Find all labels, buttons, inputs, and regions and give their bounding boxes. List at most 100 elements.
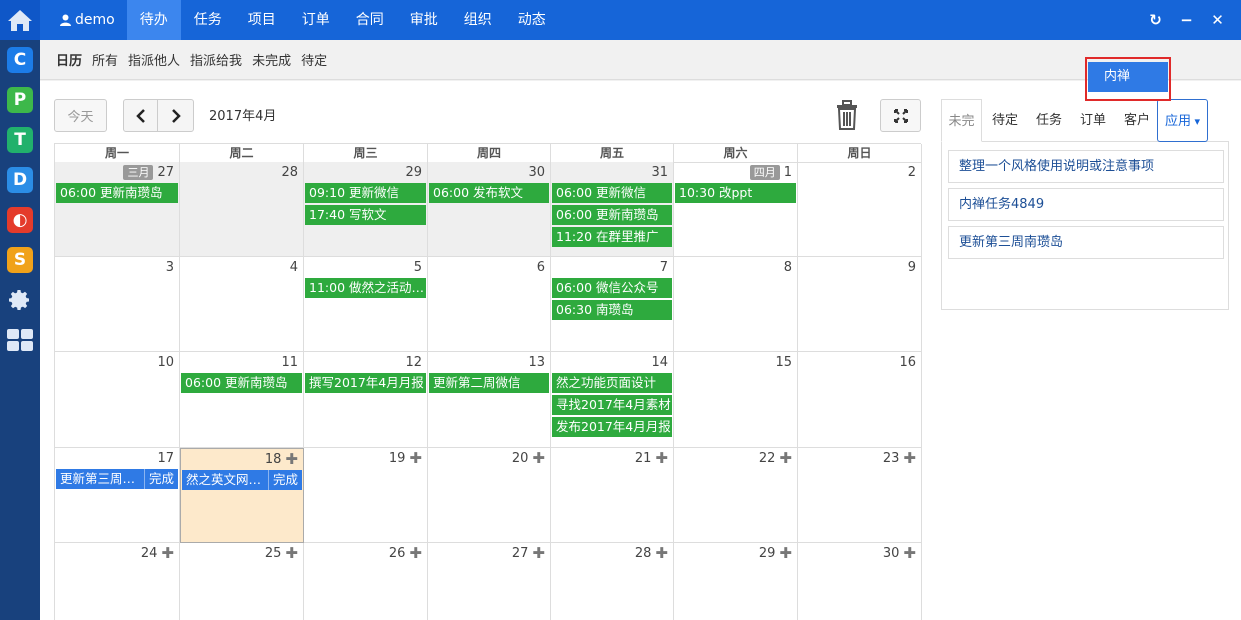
add-event-icon[interactable]: ✚: [409, 543, 422, 564]
tab-4[interactable]: 客户: [1118, 99, 1156, 142]
calendar-event[interactable]: 06:00 微信公众号: [552, 278, 672, 298]
calendar-event[interactable]: 撰写2017年4月月报: [305, 373, 426, 393]
nav-item-7[interactable]: 动态: [505, 0, 559, 40]
calendar-event[interactable]: 更新第二周微信: [429, 373, 549, 393]
calendar-event[interactable]: 06:00 更新南瓒岛: [552, 205, 672, 225]
user-menu[interactable]: demo: [40, 0, 127, 40]
day-cell[interactable]: 20 ✚: [428, 448, 551, 543]
subnav-item-0[interactable]: 日历: [56, 50, 82, 69]
day-cell[interactable]: 25 ✚: [180, 543, 304, 620]
day-cell[interactable]: 12 撰写2017年4月月报: [304, 352, 428, 448]
day-cell[interactable]: 24 ✚: [55, 543, 180, 620]
calendar-event[interactable]: 06:00 更新微信: [552, 183, 672, 203]
add-event-icon[interactable]: ✚: [532, 448, 545, 469]
nav-item-2[interactable]: 项目: [235, 0, 289, 40]
day-cell[interactable]: 4: [180, 257, 304, 352]
subnav-item-1[interactable]: 所有: [92, 50, 118, 69]
day-cell[interactable]: 27 ✚: [428, 543, 551, 620]
tab-2[interactable]: 任务: [1030, 99, 1068, 142]
day-cell[interactable]: 22 ✚: [674, 448, 798, 543]
all-apps-button[interactable]: [0, 320, 40, 360]
settings-button[interactable]: [0, 280, 40, 320]
today-button[interactable]: 今天: [54, 99, 107, 132]
add-event-icon[interactable]: ✚: [532, 543, 545, 564]
subnav-item-5[interactable]: 待定: [301, 50, 327, 69]
minimize-icon[interactable]: −: [1171, 11, 1202, 29]
nav-item-1[interactable]: 任务: [181, 0, 235, 40]
add-event-icon[interactable]: ✚: [285, 449, 298, 470]
day-cell[interactable]: 21 ✚: [551, 448, 674, 543]
prev-month-button[interactable]: [123, 99, 158, 132]
calendar-event[interactable]: 06:00 更新南瓒岛: [56, 183, 178, 203]
day-cell[interactable]: 13 更新第二周微信: [428, 352, 551, 448]
day-cell[interactable]: 31 06:00 更新微信 06:00 更新南瓒岛 11:20 在群里推广: [551, 162, 674, 257]
home-button[interactable]: [0, 0, 40, 40]
next-month-button[interactable]: [157, 99, 194, 132]
add-event-icon[interactable]: ✚: [903, 543, 916, 564]
dock-app-button[interactable]: D: [0, 160, 40, 200]
day-cell[interactable]: 30 06:00 发布软文: [428, 162, 551, 257]
task-status[interactable]: 完成: [143, 469, 178, 489]
tab-5[interactable]: 应用 ▾: [1157, 99, 1208, 142]
day-cell[interactable]: 11 06:00 更新南瓒岛: [180, 352, 304, 448]
day-cell[interactable]: 8: [674, 257, 798, 352]
day-cell[interactable]: 19 ✚: [304, 448, 428, 543]
dock-app-button[interactable]: P: [0, 80, 40, 120]
calendar-event[interactable]: 然之功能页面设计: [552, 373, 672, 393]
day-cell[interactable]: 3: [55, 257, 180, 352]
calendar-task[interactable]: 然之英文网站更新完成: [182, 470, 302, 490]
dock-app-button[interactable]: C: [0, 40, 40, 80]
day-cell[interactable]: 10: [55, 352, 180, 448]
trash-button[interactable]: [835, 100, 861, 130]
day-cell[interactable]: 2: [798, 162, 922, 257]
day-cell[interactable]: 15: [674, 352, 798, 448]
calendar-event[interactable]: 10:30 改ppt: [675, 183, 796, 203]
dock-app-button[interactable]: S: [0, 240, 40, 280]
subnav-item-2[interactable]: 指派他人: [128, 50, 180, 69]
day-cell[interactable]: 5 11:00 做然之活动页面: [304, 257, 428, 352]
day-cell[interactable]: 26 ✚: [304, 543, 428, 620]
subnav-item-3[interactable]: 指派给我: [190, 50, 242, 69]
calendar-event[interactable]: 发布2017年4月月报: [552, 417, 672, 437]
add-event-icon[interactable]: ✚: [655, 543, 668, 564]
day-cell[interactable]: 7 06:00 微信公众号 06:30 南瓒岛: [551, 257, 674, 352]
tab-3[interactable]: 订单: [1074, 99, 1112, 142]
day-cell[interactable]: 30 ✚: [798, 543, 922, 620]
day-cell[interactable]: 28 ✚: [551, 543, 674, 620]
add-event-icon[interactable]: ✚: [779, 543, 792, 564]
nav-item-5[interactable]: 审批: [397, 0, 451, 40]
subnav-item-4[interactable]: 未完成: [252, 50, 291, 69]
close-icon[interactable]: ✕: [1202, 11, 1233, 29]
refresh-icon[interactable]: ↻: [1140, 11, 1171, 29]
calendar-event[interactable]: 06:00 更新南瓒岛: [181, 373, 302, 393]
calendar-event[interactable]: 17:40 写软文: [305, 205, 426, 225]
day-cell[interactable]: 23 ✚: [798, 448, 922, 543]
calendar-event[interactable]: 06:00 发布软文: [429, 183, 549, 203]
calendar-event[interactable]: 09:10 更新微信: [305, 183, 426, 203]
add-event-icon[interactable]: ✚: [409, 448, 422, 469]
day-cell[interactable]: 18✚然之英文网站更新完成: [180, 448, 304, 543]
day-cell[interactable]: 17 更新第三周南瓒岛完成: [55, 448, 180, 543]
add-event-icon[interactable]: ✚: [161, 543, 174, 564]
day-cell[interactable]: 29 ✚: [674, 543, 798, 620]
task-status[interactable]: 完成: [267, 470, 302, 490]
nav-item-4[interactable]: 合同: [343, 0, 397, 40]
add-event-icon[interactable]: ✚: [285, 543, 298, 564]
add-event-icon[interactable]: ✚: [655, 448, 668, 469]
day-cell[interactable]: 16: [798, 352, 922, 448]
calendar-task[interactable]: 更新第三周南瓒岛完成: [56, 469, 178, 489]
todo-item[interactable]: 更新第三周南瓒岛: [948, 226, 1224, 259]
calendar-event[interactable]: 11:00 做然之活动页面: [305, 278, 426, 298]
nav-item-0[interactable]: 待办: [126, 0, 181, 40]
nav-item-3[interactable]: 订单: [289, 0, 343, 40]
day-cell[interactable]: 28: [180, 162, 304, 257]
add-event-icon[interactable]: ✚: [779, 448, 792, 469]
tab-1[interactable]: 待定: [986, 99, 1024, 142]
dock-app-button[interactable]: ◐: [0, 200, 40, 240]
tab-0[interactable]: 未完: [941, 99, 982, 142]
day-cell[interactable]: 9: [798, 257, 922, 352]
day-cell[interactable]: 四月 1 10:30 改ppt: [674, 162, 798, 257]
day-cell[interactable]: 29 09:10 更新微信 17:40 写软文: [304, 162, 428, 257]
fullscreen-button[interactable]: [880, 99, 921, 132]
nav-item-6[interactable]: 组织: [451, 0, 505, 40]
